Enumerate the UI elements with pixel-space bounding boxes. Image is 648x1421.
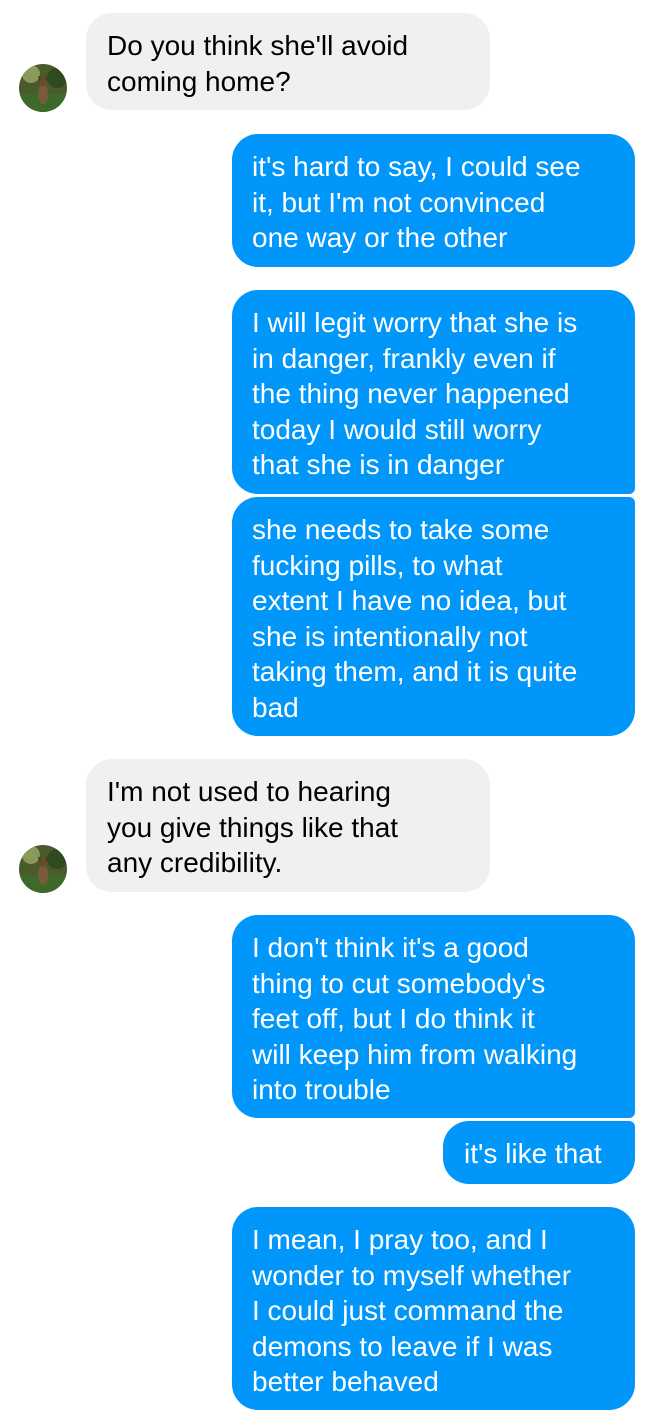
outgoing-message[interactable]: I will legit worry that she is in danger… <box>232 290 635 494</box>
outgoing-message[interactable]: I mean, I pray too, and I wonder to myse… <box>232 1207 635 1410</box>
incoming-message[interactable]: I'm not used to hearing you give things … <box>86 759 490 892</box>
incoming-message[interactable]: Do you think she'll avoid coming home? <box>86 13 490 110</box>
contact-avatar-photo-icon <box>19 845 67 893</box>
contact-avatar-photo-icon <box>19 64 67 112</box>
contact-avatar[interactable] <box>19 845 67 893</box>
contact-avatar[interactable] <box>19 64 67 112</box>
outgoing-message[interactable]: it's like that <box>443 1121 635 1184</box>
outgoing-message[interactable]: she needs to take some fucking pills, to… <box>232 497 635 736</box>
outgoing-message[interactable]: it's hard to say, I could see it, but I'… <box>232 134 635 267</box>
outgoing-message[interactable]: I don't think it's a good thing to cut s… <box>232 915 635 1118</box>
